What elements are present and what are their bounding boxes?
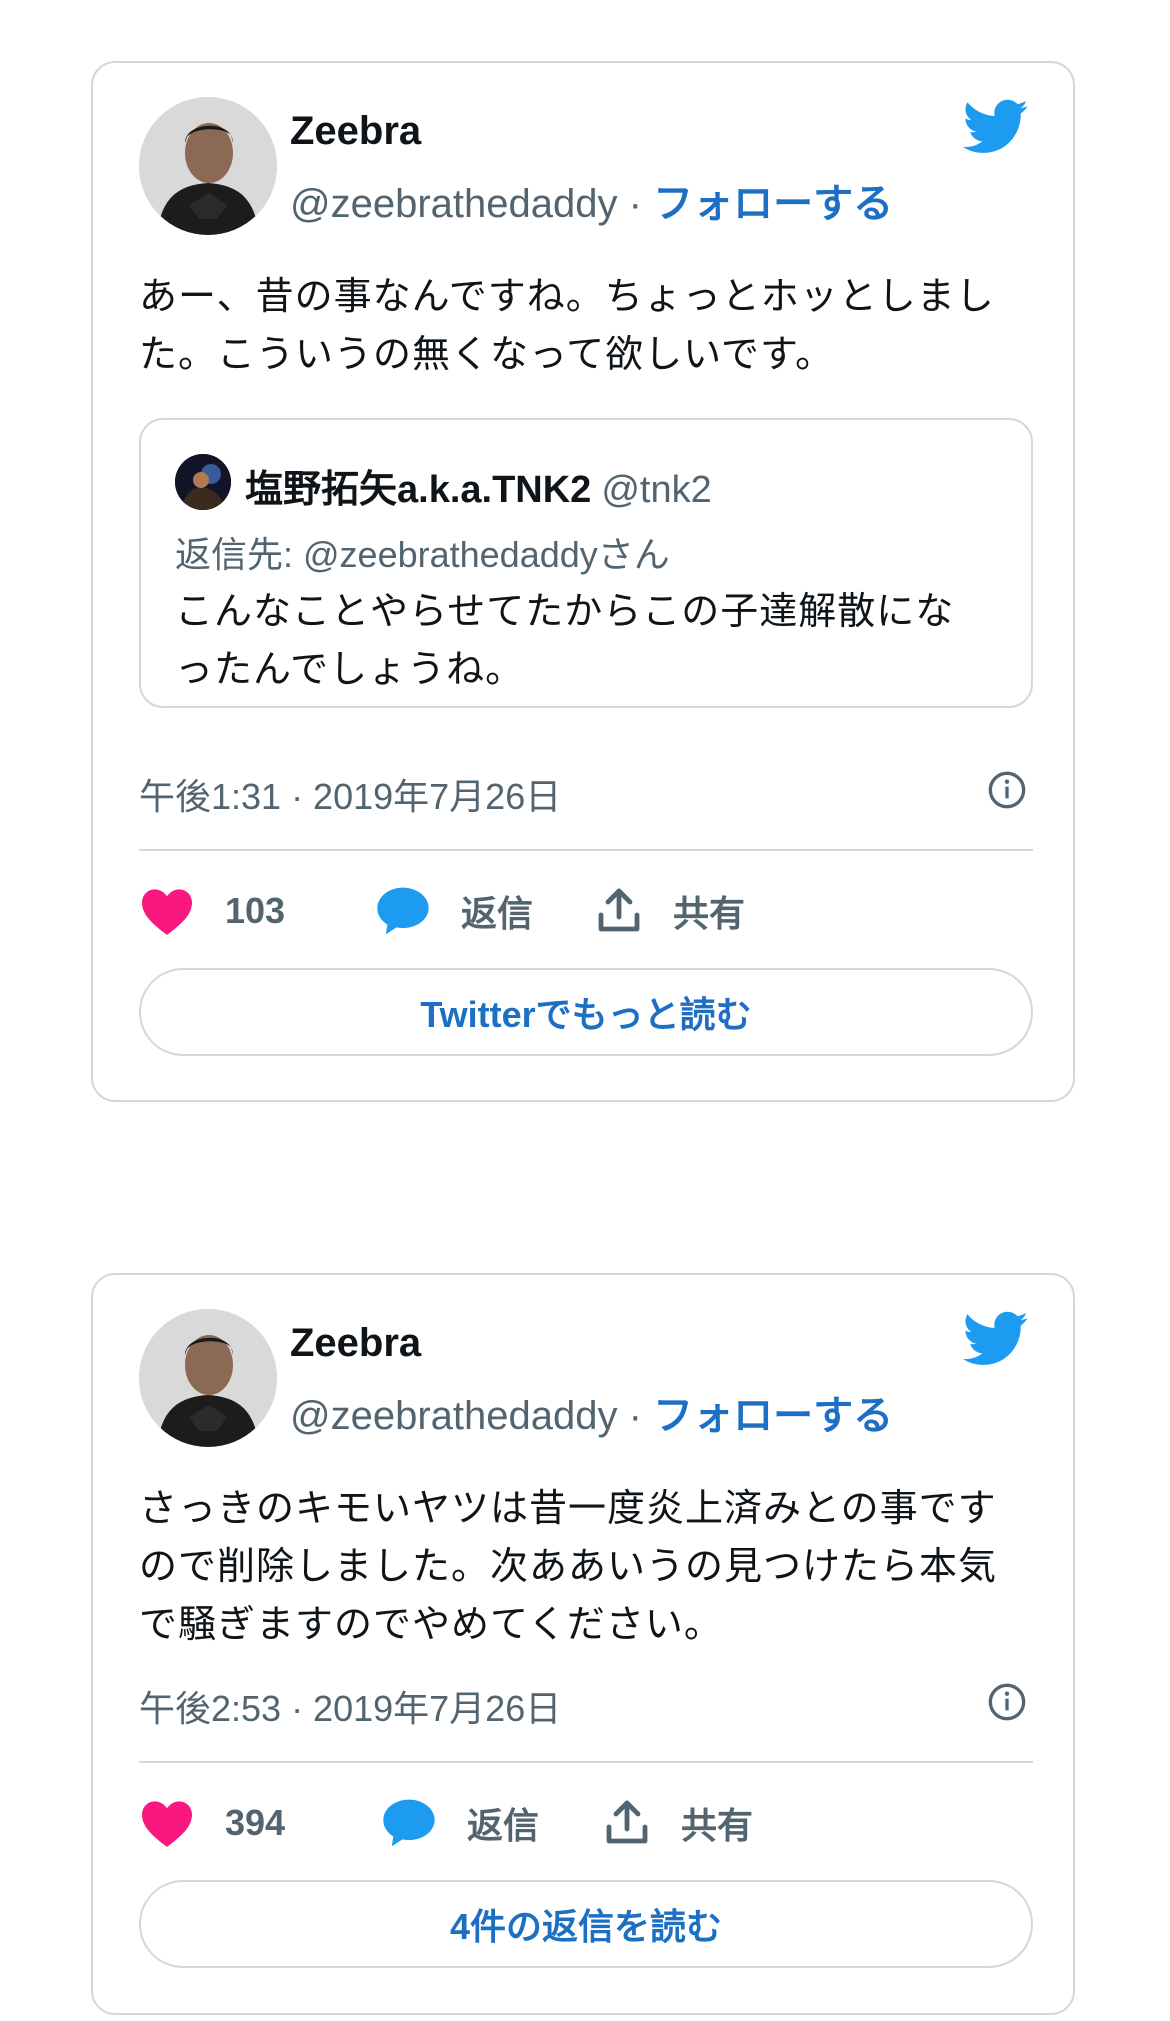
like-button[interactable]: 103	[139, 881, 285, 941]
info-icon[interactable]	[987, 770, 1027, 810]
tweet-text-line: さっきのキモいヤツは昔一度炎上済みとの事です	[139, 1488, 997, 1530]
bird-icon[interactable]	[963, 99, 1029, 155]
quote-reply-to: 返信先: @zeebrathedaddyさん	[175, 534, 670, 575]
share-button[interactable]: 共有	[595, 881, 745, 941]
share-icon	[598, 888, 640, 932]
divider	[139, 1761, 1033, 1763]
tweet-text-line: で騒ぎますのでやめてください。	[139, 1604, 723, 1646]
tweet-text: さっきのキモいヤツは昔一度炎上済みとの事です ので削除しました。次ああいうの見つ…	[139, 1480, 1019, 1654]
read-replies-button[interactable]: 4件の返信を読む	[139, 1880, 1033, 1968]
author-handle-row: @zeebrathedaddy · フォローする	[290, 171, 893, 229]
follow-button[interactable]: フォローする	[653, 1394, 893, 1438]
quote-author-name: 塩野拓矢a.k.a.TNK2	[245, 469, 592, 511]
quoted-tweet[interactable]: 塩野拓矢a.k.a.TNK2 @tnk2 返信先: @zeebrathedaddy…	[139, 418, 1033, 708]
tweet-text-line: あー、昔の事なんですね。ちょっとホッとしまし	[139, 276, 995, 318]
divider	[139, 849, 1033, 851]
tweet-card[interactable]: Zeebra @zeebrathedaddy · フォローする あー、昔の事なん…	[91, 61, 1075, 1102]
author-handle[interactable]: @zeebrathedaddy	[290, 1394, 618, 1438]
author-name[interactable]: Zeebra	[290, 109, 421, 154]
quote-avatar	[175, 454, 231, 510]
action-bar: 394 返信 共有	[139, 1793, 1033, 1853]
info-icon[interactable]	[987, 1682, 1027, 1722]
share-label: 共有	[673, 893, 746, 934]
timestamp[interactable]: 午後1:31 · 2019年7月26日	[139, 768, 561, 820]
author-name[interactable]: Zeebra	[290, 1321, 421, 1366]
author-handle[interactable]: @zeebrathedaddy	[290, 182, 618, 226]
separator: ·	[628, 182, 642, 226]
quote-text-line: ったんでしょうね。	[175, 649, 525, 691]
quote-text-line: こんなことやらせてたからこの子達解散にな	[175, 591, 955, 633]
quote-author-handle: @tnk2	[601, 469, 712, 511]
reply-label: 返信	[461, 893, 534, 934]
like-button[interactable]: 394	[139, 1793, 285, 1853]
tweet-text-line: た。こういうの無くなって欲しいです。	[139, 334, 835, 376]
tweet-card[interactable]: Zeebra @zeebrathedaddy · フォローする さっきのキモいヤ…	[91, 1273, 1075, 2015]
timestamp[interactable]: 午後2:53 · 2019年7月26日	[139, 1680, 561, 1732]
reply-button[interactable]: 返信	[381, 1793, 539, 1853]
follow-button[interactable]: フォローする	[653, 182, 893, 226]
quote-text: こんなことやらせてたからこの子達解散にな ったんでしょうね。	[175, 583, 995, 699]
tweet-text: あー、昔の事なんですね。ちょっとホッとしまし た。こういうの無くなって欲しいです…	[139, 268, 1019, 384]
heart-icon	[142, 889, 192, 935]
share-icon	[606, 1800, 648, 1844]
like-count: 394	[225, 1802, 286, 1843]
read-more-button[interactable]: Twitterでもっと読む	[139, 968, 1033, 1056]
action-bar: 103 返信 共有	[139, 881, 1033, 941]
bird-icon[interactable]	[963, 1311, 1029, 1367]
like-count: 103	[225, 890, 286, 931]
author-handle-row: @zeebrathedaddy · フォローする	[290, 1383, 893, 1441]
reply-button[interactable]: 返信	[375, 881, 533, 941]
avatar[interactable]	[139, 97, 277, 235]
separator: ·	[628, 1394, 642, 1438]
quote-author: 塩野拓矢a.k.a.TNK2 @tnk2	[245, 458, 712, 513]
share-button[interactable]: 共有	[603, 1793, 753, 1853]
reply-bubble-icon	[377, 887, 429, 935]
tweet-text-line: ので削除しました。次ああいうの見つけたら本気	[139, 1546, 998, 1588]
reply-bubble-icon	[383, 1799, 435, 1847]
reply-label: 返信	[467, 1805, 540, 1846]
avatar[interactable]	[139, 1309, 277, 1447]
share-label: 共有	[681, 1805, 754, 1846]
heart-icon	[142, 1801, 192, 1847]
